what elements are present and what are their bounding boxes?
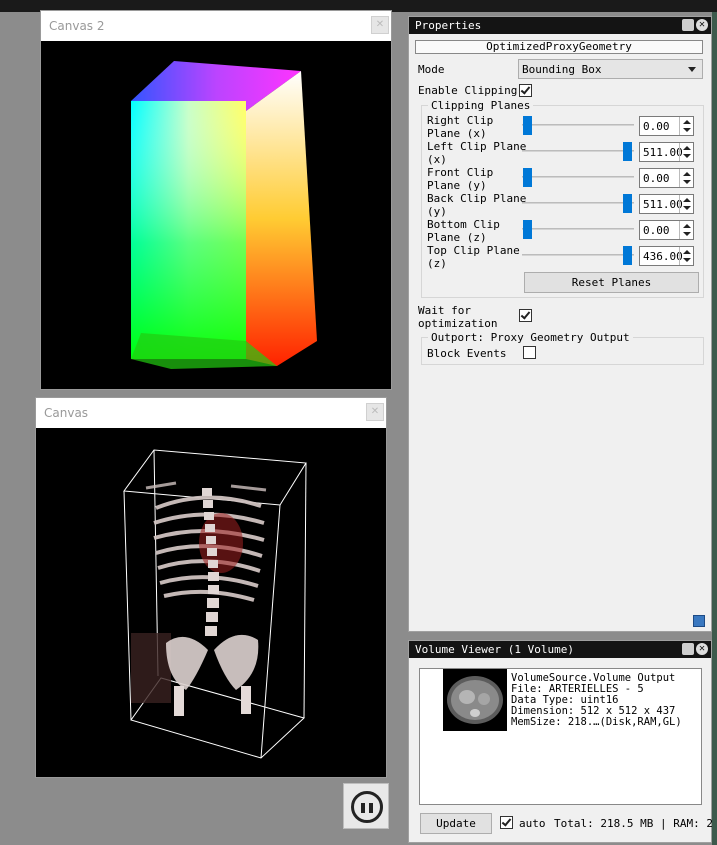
reset-planes-button[interactable]: Reset Planes xyxy=(524,272,699,293)
wait-optimization-label: Wait for optimization xyxy=(418,304,498,330)
rgb-cube-render xyxy=(131,61,317,369)
checkmark-icon xyxy=(520,309,531,320)
auto-label: auto xyxy=(519,817,546,830)
volume-memsize: MemSize: 218.…(Disk,RAM,GL) xyxy=(511,716,682,728)
plane-slider-track[interactable] xyxy=(522,176,634,178)
canvas-2-viewport[interactable] xyxy=(41,41,391,389)
volume-viewer-title: Volume Viewer (1 Volume) xyxy=(415,643,574,656)
block-events-checkbox[interactable] xyxy=(523,346,536,359)
plane-value: 511.00 xyxy=(643,198,683,211)
plane-label: Front Clip Plane (y) xyxy=(427,166,494,192)
spin-up-icon[interactable] xyxy=(683,250,691,254)
spin-down-icon[interactable] xyxy=(683,128,691,132)
plane-label: Bottom Clip Plane (z) xyxy=(427,218,500,244)
properties-titlebar: Properties ✕ xyxy=(409,17,711,34)
float-icon[interactable] xyxy=(682,19,694,31)
canvas-window: Canvas ✕ xyxy=(35,397,387,778)
plane-spinbox[interactable]: 0.00 xyxy=(639,116,694,136)
plane-slider-track[interactable] xyxy=(522,124,634,126)
checkmark-icon xyxy=(520,84,531,95)
plane-value: 0.00 xyxy=(643,224,670,237)
update-button[interactable]: Update xyxy=(420,813,492,834)
mode-value: Bounding Box xyxy=(522,63,602,76)
close-icon[interactable]: ✕ xyxy=(696,643,708,655)
plane-spinbox[interactable]: 436.00 xyxy=(639,246,694,266)
clipping-planes-label: Clipping Planes xyxy=(428,99,534,112)
desktop-background-edge xyxy=(712,12,717,845)
plane-slider-handle[interactable] xyxy=(523,116,532,135)
plane-slider-track[interactable] xyxy=(522,228,634,230)
plane-value: 436.00 xyxy=(643,250,683,263)
mode-select[interactable]: Bounding Box xyxy=(518,59,703,79)
pause-button[interactable] xyxy=(343,783,389,829)
spin-up-icon[interactable] xyxy=(683,146,691,150)
plane-slider-handle[interactable] xyxy=(523,168,532,187)
volume-render xyxy=(123,449,307,759)
plane-slider-track[interactable] xyxy=(522,202,634,204)
properties-title: Properties xyxy=(415,19,482,32)
plane-slider-handle[interactable] xyxy=(623,142,632,161)
plane-spinbox[interactable]: 511.00 xyxy=(639,142,694,162)
help-icon[interactable] xyxy=(693,615,705,627)
checkmark-icon xyxy=(501,816,512,827)
close-icon[interactable]: ✕ xyxy=(366,403,384,421)
plane-slider-handle[interactable] xyxy=(523,220,532,239)
plane-spinbox[interactable]: 511.00 xyxy=(639,194,694,214)
volume-viewer-titlebar: Volume Viewer (1 Volume) ✕ xyxy=(409,641,711,658)
spin-up-icon[interactable] xyxy=(683,172,691,176)
close-icon[interactable]: ✕ xyxy=(696,19,708,31)
canvas-2-titlebar[interactable]: Canvas 2 ✕ xyxy=(41,11,391,41)
plane-slider-track[interactable] xyxy=(522,150,634,152)
spin-down-icon[interactable] xyxy=(683,154,691,158)
chevron-down-icon xyxy=(688,67,696,72)
enable-clipping-label: Enable Clipping xyxy=(418,84,518,97)
volume-info: VolumeSource.Volume Output File: ARTERIE… xyxy=(511,673,682,728)
properties-panel: Properties ✕ OptimizedProxyGeometry Mode… xyxy=(408,16,712,632)
auto-checkbox[interactable] xyxy=(500,816,513,829)
plane-slider-handle[interactable] xyxy=(623,246,632,265)
spin-down-icon[interactable] xyxy=(683,180,691,184)
canvas-titlebar[interactable]: Canvas ✕ xyxy=(36,398,386,428)
plane-label: Back Clip Plane (y) xyxy=(427,192,527,218)
plane-value: 0.00 xyxy=(643,172,670,185)
wait-optimization-checkbox[interactable] xyxy=(519,309,532,322)
spin-down-icon[interactable] xyxy=(683,258,691,262)
spin-up-icon[interactable] xyxy=(683,120,691,124)
canvas-2-window: Canvas 2 ✕ xyxy=(40,10,392,390)
block-events-label: Block Events xyxy=(427,347,507,360)
spin-up-icon[interactable] xyxy=(683,224,691,228)
mode-label: Mode xyxy=(418,63,445,76)
update-label: Update xyxy=(436,817,476,830)
plane-label: Left Clip Plane (x) xyxy=(427,140,527,166)
plane-slider-track[interactable] xyxy=(522,254,634,256)
total-memory-text: Total: 218.5 MB | RAM: 21 xyxy=(554,817,717,830)
pause-icon xyxy=(351,791,383,823)
plane-spinbox[interactable]: 0.00 xyxy=(639,220,694,240)
outport-group-label: Outport: Proxy Geometry Output xyxy=(428,331,633,344)
canvas-title: Canvas xyxy=(44,406,89,420)
plane-label: Top Clip Plane (z) xyxy=(427,244,520,270)
canvas-viewport[interactable] xyxy=(36,428,386,777)
reset-planes-label: Reset Planes xyxy=(571,276,652,289)
spin-down-icon[interactable] xyxy=(683,232,691,236)
plane-spinbox[interactable]: 0.00 xyxy=(639,168,694,188)
volume-thumbnail xyxy=(443,669,507,731)
enable-clipping-checkbox[interactable] xyxy=(519,84,532,97)
plane-slider-handle[interactable] xyxy=(623,194,632,213)
processor-header[interactable]: OptimizedProxyGeometry xyxy=(415,40,703,54)
processor-name: OptimizedProxyGeometry xyxy=(486,40,632,53)
float-icon[interactable] xyxy=(682,643,694,655)
close-icon[interactable]: ✕ xyxy=(371,16,389,34)
plane-value: 511.00 xyxy=(643,146,683,159)
plane-value: 0.00 xyxy=(643,120,670,133)
canvas-2-title: Canvas 2 xyxy=(49,19,105,33)
spin-down-icon[interactable] xyxy=(683,206,691,210)
spin-up-icon[interactable] xyxy=(683,198,691,202)
plane-label: Right Clip Plane (x) xyxy=(427,114,494,140)
